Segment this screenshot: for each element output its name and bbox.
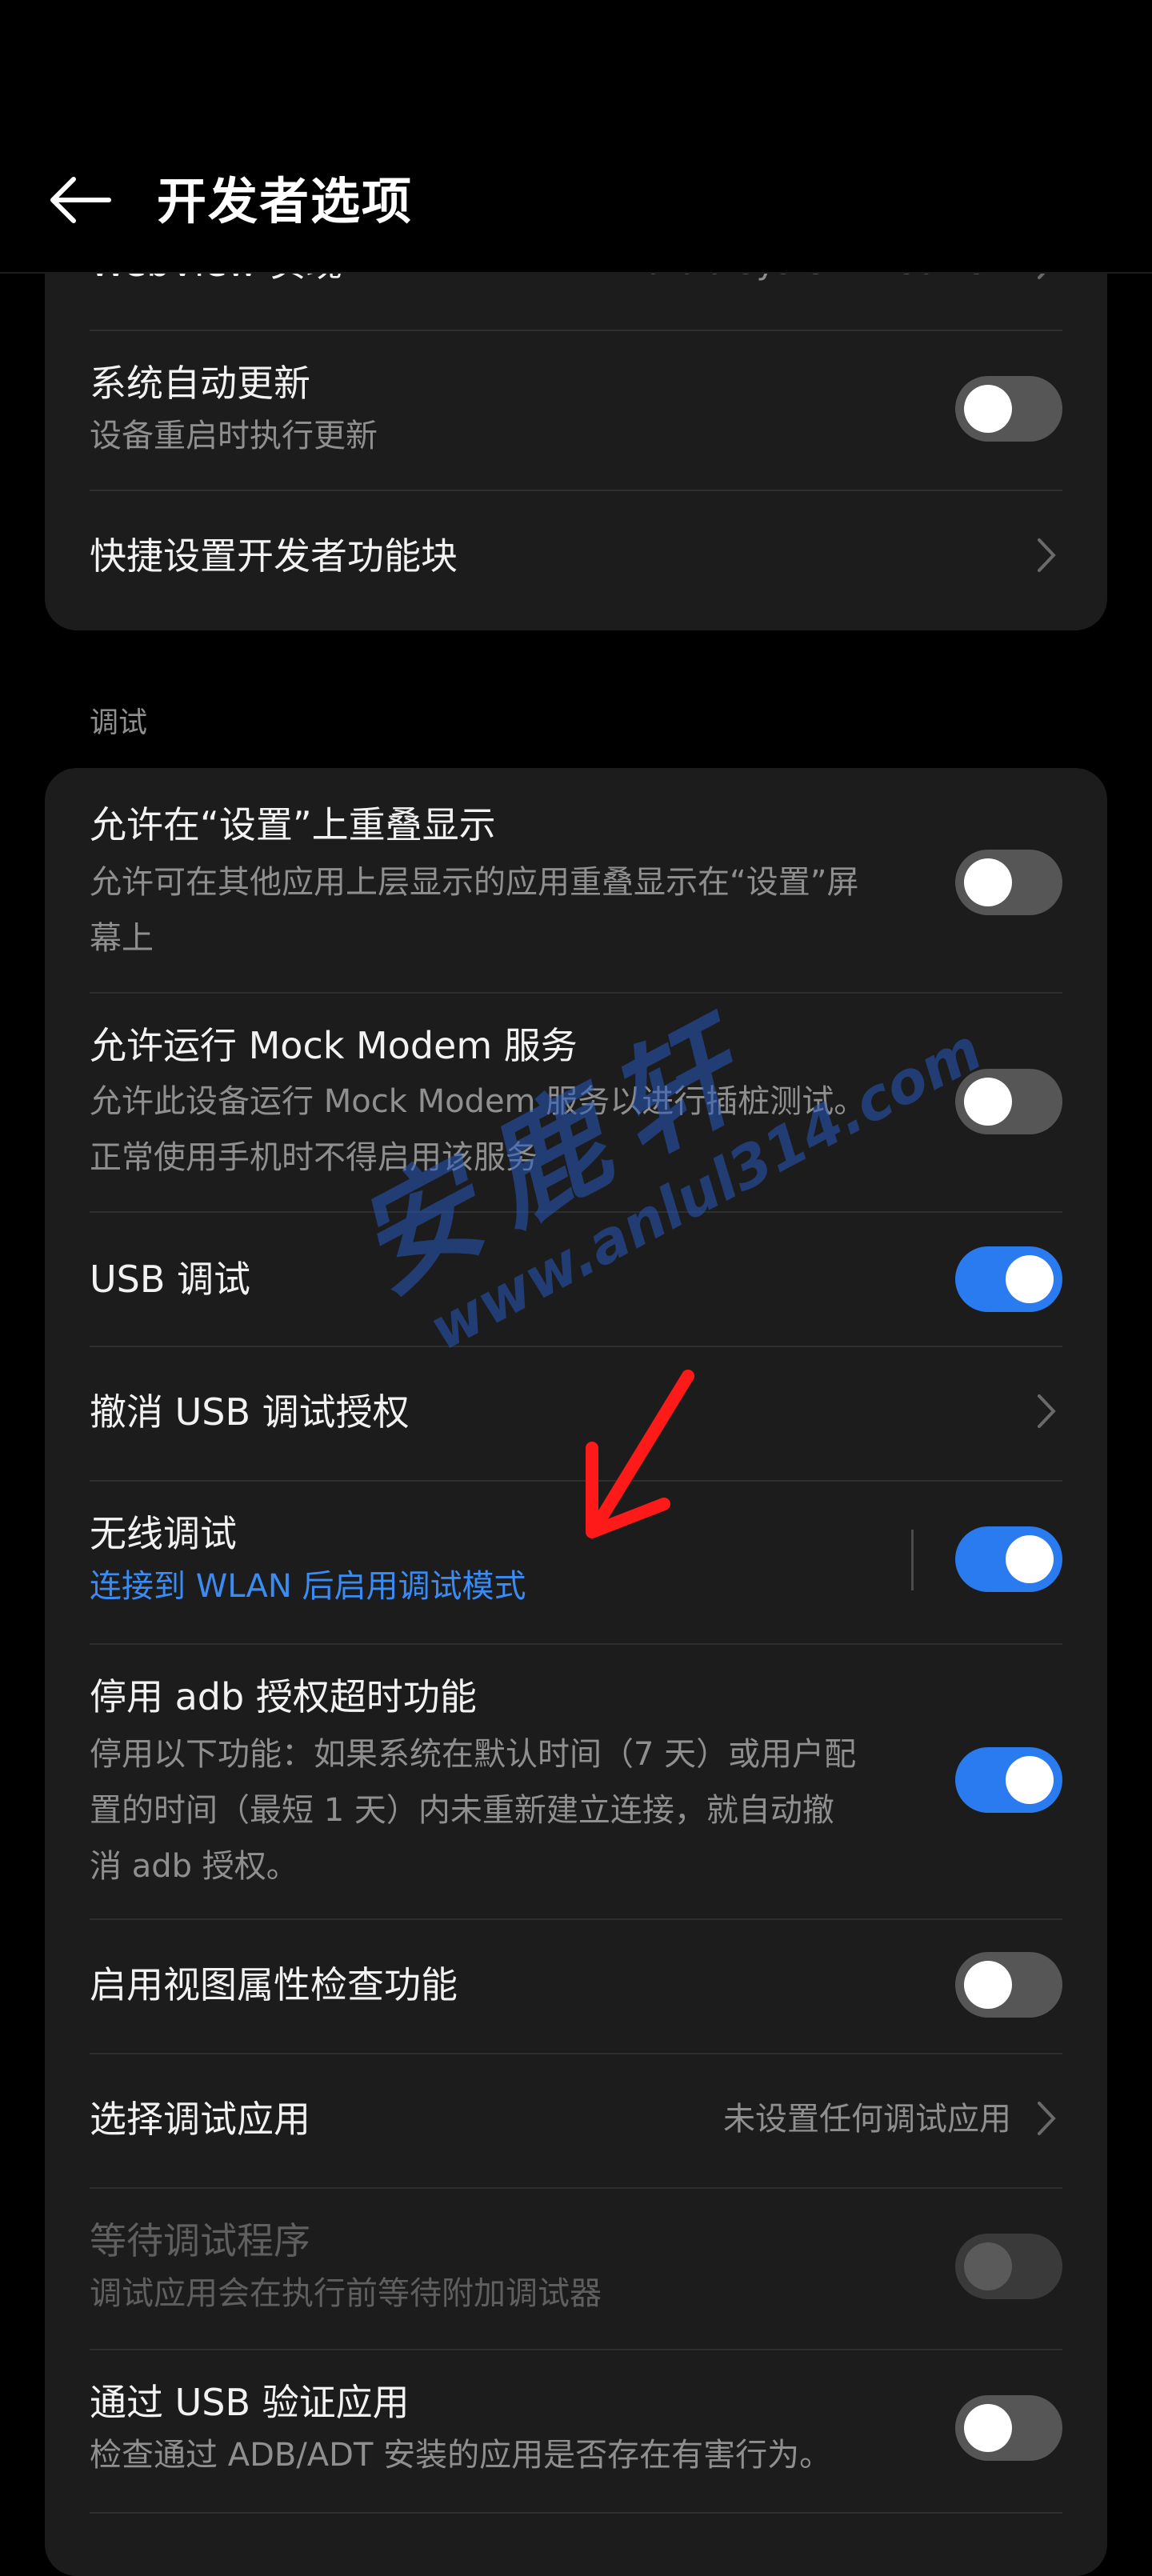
back-button[interactable] <box>40 160 120 240</box>
revoke-usb-title: 撤消 USB 调试授权 <box>90 1390 410 1434</box>
section-label-debug: 调试 <box>90 706 148 739</box>
overlay-row[interactable]: 允许在“设置”上重叠显示 允许可在其他应用上层显示的应用重叠显示在“设置”屏 幕… <box>90 768 1062 994</box>
verify-usb-toggle[interactable] <box>955 2395 1062 2461</box>
wait-debugger-toggle <box>955 2234 1062 2299</box>
page-title: 开发者选项 <box>157 172 414 230</box>
overlay-subtitle-line1: 允许可在其他应用上层显示的应用重叠显示在“设置”屏 <box>90 864 859 901</box>
wait-debugger-title: 等待调试程序 <box>90 2219 310 2262</box>
view-inspect-row[interactable]: 启用视图属性检查功能 <box>90 1918 1062 2054</box>
mock-modem-subtitle-line2: 正常使用手机时不得启用该服务 <box>90 1139 538 1176</box>
divider <box>911 1530 914 1590</box>
chevron-right-icon <box>1030 531 1062 579</box>
mock-modem-title: 允许运行 Mock Modem 服务 <box>90 1024 578 1067</box>
view-inspect-title: 启用视图属性检查功能 <box>90 1963 458 2006</box>
debug-app-value: 未设置任何调试应用 <box>723 2101 1011 2138</box>
overlay-toggle[interactable] <box>955 850 1062 915</box>
overlay-subtitle-line2: 幕上 <box>90 920 154 957</box>
wireless-debug-title: 无线调试 <box>90 1512 237 1555</box>
chevron-right-icon <box>1030 2094 1062 2142</box>
auto-update-title: 系统自动更新 <box>90 362 310 405</box>
adb-timeout-subtitle-line1: 停用以下功能：如果系统在默认时间（7 天）或用户配 <box>90 1736 857 1773</box>
wait-debugger-row: 等待调试程序 调试应用会在执行前等待附加调试器 <box>90 2187 1062 2350</box>
view-inspect-toggle[interactable] <box>955 1952 1062 2018</box>
auto-update-toggle[interactable] <box>955 376 1062 442</box>
auto-update-row[interactable]: 系统自动更新 设备重启时执行更新 <box>90 330 1062 491</box>
debug-app-row[interactable]: 选择调试应用 未设置任何调试应用 <box>90 2053 1062 2189</box>
chevron-right-icon <box>1030 1387 1062 1435</box>
adb-timeout-toggle[interactable] <box>955 1747 1062 1813</box>
wireless-debug-toggle[interactable] <box>955 1526 1062 1592</box>
verify-usb-row[interactable]: 通过 USB 验证应用 检查通过 ADB/ADT 安装的应用是否存在有害行为。 <box>90 2349 1062 2514</box>
adb-timeout-subtitle-line2: 置的时间（最短 1 天）内未重新建立连接，就自动撤 <box>90 1792 834 1829</box>
quick-tiles-title: 快捷设置开发者功能块 <box>90 534 458 578</box>
annotation-arrow-icon <box>586 1370 694 1538</box>
usb-debug-toggle[interactable] <box>955 1246 1062 1312</box>
verify-usb-subtitle: 检查通过 ADB/ADT 安装的应用是否存在有害行为。 <box>90 2437 832 2474</box>
overlay-title: 允许在“设置”上重叠显示 <box>90 803 496 846</box>
adb-timeout-subtitle-line3: 消 adb 授权。 <box>90 1848 298 1885</box>
settings-card-debug: 允许在“设置”上重叠显示 允许可在其他应用上层显示的应用重叠显示在“设置”屏 幕… <box>45 768 1107 2576</box>
usb-debug-title: USB 调试 <box>90 1258 251 1301</box>
mock-modem-subtitle-line1: 允许此设备运行 Mock Modem 服务以进行插桩测试。 <box>90 1083 866 1120</box>
adb-timeout-title: 停用 adb 授权超时功能 <box>90 1675 477 1718</box>
mock-modem-toggle[interactable] <box>955 1069 1062 1134</box>
adb-timeout-row[interactable]: 停用 adb 授权超时功能 停用以下功能：如果系统在默认时间（7 天）或用户配 … <box>90 1643 1062 1920</box>
quick-tiles-row[interactable]: 快捷设置开发者功能块 <box>90 490 1062 630</box>
wait-debugger-subtitle: 调试应用会在执行前等待附加调试器 <box>90 2275 602 2312</box>
verify-usb-title: 通过 USB 验证应用 <box>90 2381 410 2424</box>
back-arrow-icon <box>50 177 111 223</box>
auto-update-subtitle: 设备重启时执行更新 <box>90 418 378 454</box>
debug-app-title: 选择调试应用 <box>90 2098 310 2141</box>
mock-modem-row[interactable]: 允许运行 Mock Modem 服务 允许此设备运行 Mock Modem 服务… <box>90 992 1062 1213</box>
app-bar: 开发者选项 <box>0 0 1152 274</box>
usb-debug-row[interactable]: USB 调试 <box>90 1211 1062 1347</box>
wireless-debug-link[interactable]: 连接到 WLAN 后启用调试模式 <box>90 1558 906 1614</box>
